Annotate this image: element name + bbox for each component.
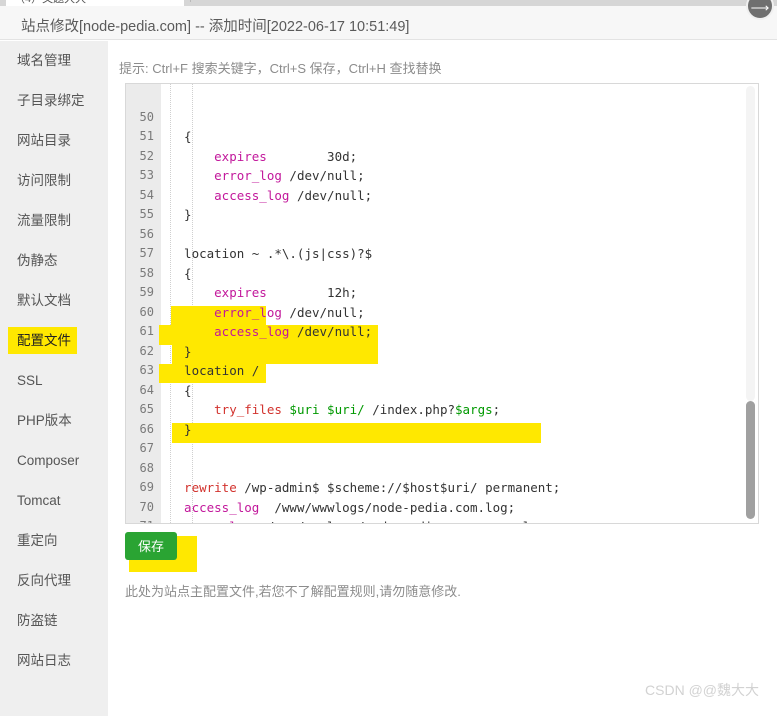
code-text: access_log /www/wwwlogs/node-pedia.com.l… <box>169 499 516 515</box>
code-line: 57 { <box>126 225 758 281</box>
sidebar-item-label: 网站日志 <box>17 653 71 668</box>
sidebar-item-tomcat[interactable]: Tomcat <box>0 481 108 521</box>
code-text: error_log /www/wwwlogs/node-pedia.com.er… <box>169 517 553 523</box>
line-number: 58 <box>139 265 154 280</box>
line-number: 66 <box>139 421 154 436</box>
code-text: try_files $uri $uri/ /index.php?$args; <box>169 402 501 417</box>
line-number: 60 <box>139 304 154 319</box>
code-line: 69 access_log /www/wwwlogs/node-pedia.co… <box>126 459 758 515</box>
sidebar-item-redirect[interactable]: 重定向 <box>0 521 108 561</box>
sidebar-item-php-version[interactable]: PHP版本 <box>0 401 108 441</box>
line-number: 53 <box>139 168 154 182</box>
line-number: 67 <box>139 441 154 455</box>
code-text: location ~ .*\.(js|css)?$ <box>169 246 373 261</box>
config-footnote: 此处为站点主配置文件,若您不了解配置规则,请勿随意修改. <box>125 584 461 599</box>
line-number: 55 <box>139 207 154 221</box>
sidebar-item-domain-management[interactable]: 域名管理 <box>0 41 108 81</box>
code-text: expires 12h; <box>169 285 358 300</box>
code-text: } <box>169 343 192 359</box>
sidebar-item-ssl[interactable]: SSL <box>0 361 108 401</box>
line-number: 70 <box>139 499 154 514</box>
sidebar-item-access-restriction[interactable]: 访问限制 <box>0 161 108 201</box>
code-text: error_log /dev/null; <box>169 168 365 183</box>
sidebar-item-label: 配置文件 <box>17 333 71 348</box>
sidebar-item-label: 反向代理 <box>17 573 71 588</box>
code-line: 63 { <box>126 342 758 398</box>
code-text: { <box>169 265 192 281</box>
line-number: 59 <box>139 285 154 299</box>
code-line: 51 expires 30d; <box>126 108 758 164</box>
line-number: 56 <box>139 226 154 241</box>
code-text: access_log /dev/null; <box>169 187 373 203</box>
shortcut-hint: 提示: Ctrl+F 搜索关键字，Ctrl+S 保存，Ctrl+H 查找替换 <box>119 61 442 76</box>
sidebar-item-label: 访问限制 <box>17 173 71 188</box>
config-file-editor[interactable]: 50 { 51 expires 30d; 52 error_log /dev/n… <box>125 83 759 524</box>
line-number: 68 <box>139 460 154 475</box>
sidebar-item-traffic-limit[interactable]: 流量限制 <box>0 201 108 241</box>
sidebar-item-label: 子目录绑定 <box>17 93 85 108</box>
sidebar-item-anti-leech[interactable]: 防盗链 <box>0 601 108 641</box>
page-title: 站点修改[node-pedia.com] -- 添加时间[2022-06-17 … <box>21 19 410 35</box>
code-text: { <box>169 382 192 398</box>
line-number: 61 <box>139 324 154 338</box>
sidebar-item-label: 域名管理 <box>17 53 71 68</box>
code-text: location / <box>169 363 260 378</box>
line-number: 57 <box>139 246 154 260</box>
sidebar-item-reverse-proxy[interactable]: 反向代理 <box>0 561 108 601</box>
code-line: 68 rewrite /wp-admin$ $scheme://$host$ur… <box>126 439 758 496</box>
code-line: 59 error_log /dev/null; <box>126 264 758 320</box>
editor-scrollbar[interactable] <box>745 86 756 521</box>
code-text: } <box>169 421 192 437</box>
line-number: 50 <box>139 109 154 124</box>
code-line: 56 location ~ .*\.(js|css)?$ <box>126 205 758 262</box>
page-titlebar: 站点修改[node-pedia.com] -- 添加时间[2022-06-17 … <box>0 6 777 40</box>
scrollbar-track[interactable] <box>746 86 755 401</box>
sidebar-item-site-log[interactable]: 网站日志 <box>0 641 108 681</box>
sidebar-item-label: 默认文档 <box>17 293 71 308</box>
sidebar-item-label: 重定向 <box>17 533 58 548</box>
sidebar-item-config-file[interactable]: 配置文件 <box>0 321 108 361</box>
code-text: access_log /dev/null; <box>169 324 373 339</box>
code-content: 50 { 51 expires 30d; 52 error_log /dev/n… <box>126 88 758 524</box>
sidebar-item-composer[interactable]: Composer <box>0 441 108 481</box>
code-text: rewrite /wp-admin$ $scheme://$host$uri/ … <box>169 480 561 495</box>
sidebar-item-site-directory[interactable]: 网站目录 <box>0 121 108 161</box>
code-text: } <box>169 207 192 222</box>
watermark: CSDN @@魏大大 <box>645 682 759 698</box>
sidebar-item-label: 网站目录 <box>17 133 71 148</box>
sidebar-item-label: 伪静态 <box>17 253 58 268</box>
code-line: 50 { <box>126 88 758 145</box>
sidebar-item-default-document[interactable]: 默认文档 <box>0 281 108 321</box>
save-area: 保存 <box>125 532 197 572</box>
line-number: 62 <box>139 343 154 358</box>
sidebar: 域名管理 子目录绑定 网站目录 访问限制 流量限制 伪静态 默认文档 配置文件 … <box>0 41 108 716</box>
line-number: 63 <box>139 363 154 377</box>
line-number: 54 <box>139 187 154 202</box>
code-line: 52 error_log /dev/null; <box>126 127 758 184</box>
code-text: error_log /dev/null; <box>169 304 365 320</box>
line-number: 64 <box>139 382 154 397</box>
sidebar-item-label: 流量限制 <box>17 213 71 228</box>
sidebar-item-subdirectory-binding[interactable]: 子目录绑定 <box>0 81 108 121</box>
sidebar-item-label: SSL <box>17 373 43 388</box>
sidebar-item-label: PHP版本 <box>17 413 72 428</box>
sidebar-item-label: Composer <box>17 453 80 468</box>
line-number: 51 <box>139 129 154 143</box>
code-text: { <box>169 129 192 144</box>
line-number: 69 <box>139 480 154 494</box>
code-line: 67 <box>126 420 758 455</box>
line-number: 65 <box>139 402 154 416</box>
tab-divider <box>190 0 191 2</box>
code-text: expires 30d; <box>169 148 358 164</box>
sidebar-item-label: Tomcat <box>17 493 61 508</box>
code-line: 65 } <box>126 381 758 437</box>
main-panel: 提示: Ctrl+F 搜索关键字，Ctrl+S 保存，Ctrl+H 查找替换 5… <box>108 41 777 716</box>
scrollbar-thumb[interactable] <box>746 401 755 519</box>
sidebar-item-pseudo-static[interactable]: 伪静态 <box>0 241 108 281</box>
line-number: 71 <box>126 517 154 523</box>
sidebar-item-label: 防盗链 <box>17 613 58 628</box>
save-button[interactable]: 保存 <box>125 532 177 560</box>
line-number: 52 <box>139 148 154 163</box>
